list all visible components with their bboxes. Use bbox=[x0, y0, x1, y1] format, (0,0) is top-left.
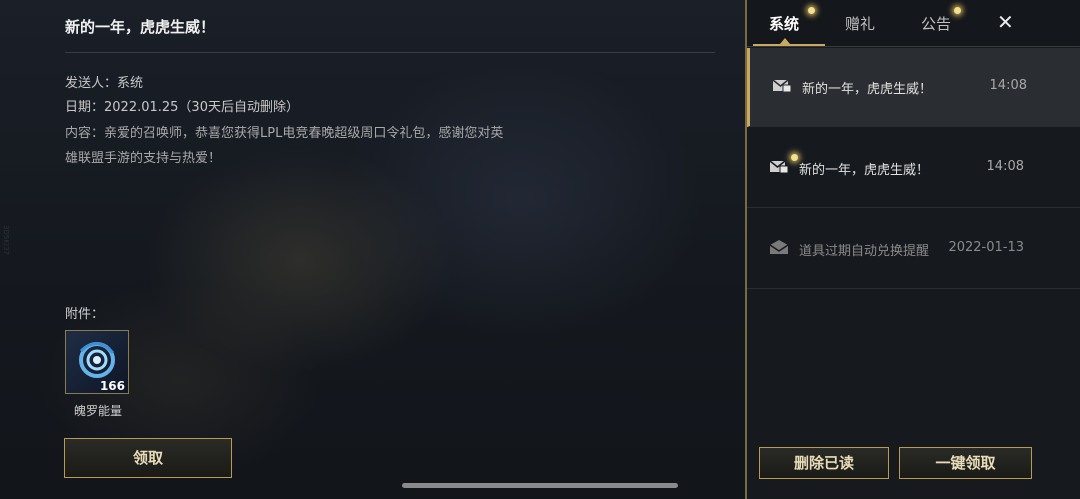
mail-list-time: 14:08 bbox=[986, 159, 1024, 174]
tab-gift[interactable]: 赠礼 bbox=[845, 13, 875, 34]
tab-underline bbox=[753, 44, 825, 46]
claim-button[interactable]: 领取 bbox=[64, 438, 232, 478]
divider bbox=[65, 52, 715, 53]
mail-list-item[interactable]: 新的一年，虎虎生威！ 14:08 bbox=[747, 48, 1080, 127]
claim-all-button[interactable]: 一键领取 bbox=[899, 447, 1032, 479]
tab-bar: 系统 赠礼 公告 ✕ bbox=[747, 0, 1080, 47]
attachment-item[interactable]: 166 bbox=[65, 330, 129, 394]
side-watermark: 3D5KJ37 bbox=[2, 225, 10, 255]
mail-list-title: 新的一年，虎虎生威！ bbox=[802, 82, 933, 97]
mail-gift-icon bbox=[769, 160, 789, 174]
mail-title: 新的一年，虎虎生威！ bbox=[65, 18, 216, 36]
mail-list-time: 2022-01-13 bbox=[948, 240, 1024, 255]
content-line-1: 内容：亲爱的召唤师，恭喜您获得LPL电竞春晚超级周口令礼包，感谢您对英 bbox=[65, 126, 504, 141]
tab-caret bbox=[780, 38, 790, 44]
close-icon[interactable]: ✕ bbox=[997, 10, 1014, 34]
mail-list-title: 道具过期自动兑换提醒 bbox=[799, 244, 930, 259]
tab-system[interactable]: 系统 bbox=[769, 13, 799, 34]
unread-dot bbox=[791, 154, 798, 161]
mail-list-item[interactable]: 新的一年，虎虎生威！ 14:08 bbox=[747, 129, 1080, 208]
content-line-2: 雄联盟手游的支持与热爱！ bbox=[65, 151, 222, 166]
mail-list-time: 14:08 bbox=[989, 78, 1027, 93]
attachment-name: 魄罗能量 bbox=[73, 404, 122, 418]
tab-system-dot bbox=[808, 7, 815, 14]
tab-notice[interactable]: 公告 bbox=[921, 13, 951, 34]
attachment-count: 166 bbox=[99, 379, 125, 393]
mail-sender: 发送人：系统 bbox=[65, 76, 144, 91]
mail-date: 日期：2022.01.25（30天后自动删除） bbox=[65, 100, 299, 115]
mail-content: 内容：亲爱的召唤师，恭喜您获得LPL电竞春晚超级周口令礼包，感谢您对英 雄联盟手… bbox=[65, 121, 565, 171]
mail-open-icon bbox=[769, 240, 789, 254]
mail-list-title: 新的一年，虎虎生威！ bbox=[799, 163, 930, 178]
home-indicator[interactable] bbox=[402, 483, 678, 488]
mail-panel: 系统 赠礼 公告 ✕ 新的一年，虎虎生威！ 14:08 新的一年，虎虎生威！ 1… bbox=[745, 0, 1080, 499]
mail-list-item[interactable]: 道具过期自动兑换提醒 2022-01-13 bbox=[747, 210, 1080, 289]
delete-read-button[interactable]: 删除已读 bbox=[759, 447, 889, 479]
mail-detail: 新的一年，虎虎生威！ 发送人：系统 日期：2022.01.25（30天后自动删除… bbox=[0, 0, 745, 499]
tab-notice-dot bbox=[954, 7, 961, 14]
attachment-label: 附件： bbox=[65, 307, 105, 322]
mail-gift-icon bbox=[772, 79, 792, 93]
